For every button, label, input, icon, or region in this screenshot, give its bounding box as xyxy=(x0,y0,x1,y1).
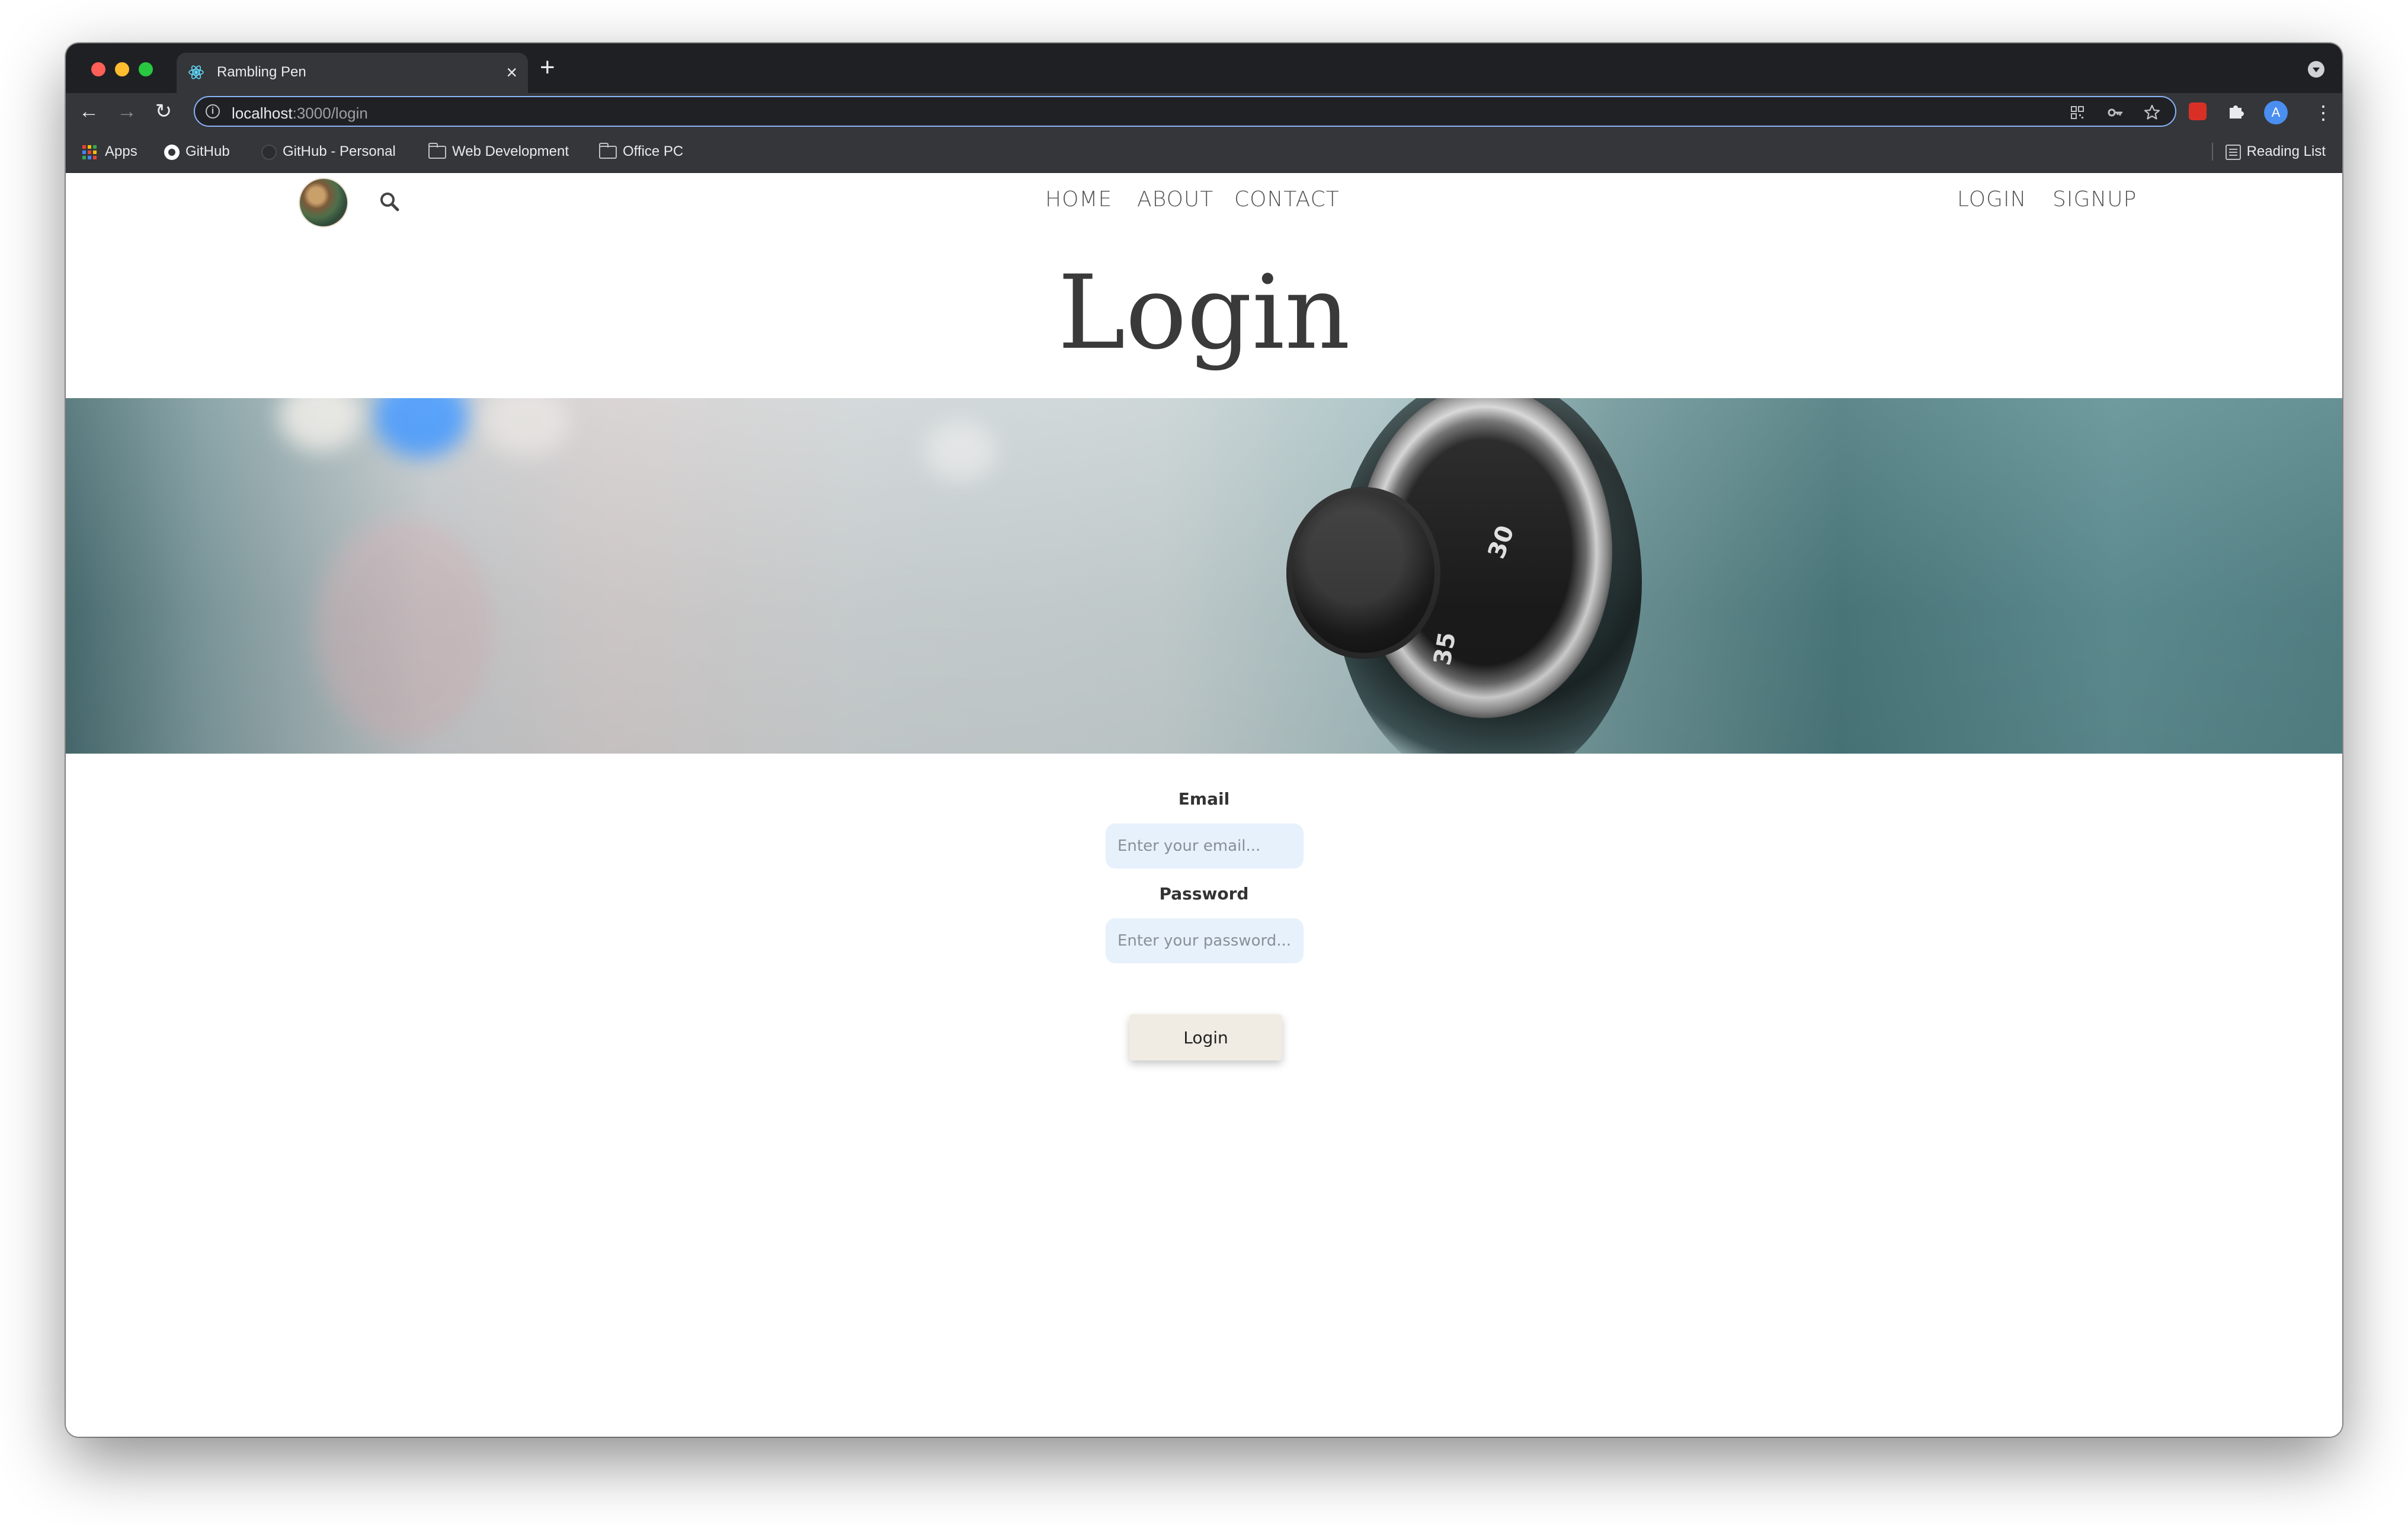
folder-icon xyxy=(428,142,446,159)
nav-link-signup[interactable]: SIGNUP xyxy=(2052,187,2137,212)
browser-window: Rambling Pen × + ← → ↻ i localhost:3000/… xyxy=(66,43,2342,1437)
password-field[interactable] xyxy=(1106,918,1304,963)
url-text[interactable]: localhost:3000/login xyxy=(232,104,368,123)
bookmark-github[interactable]: GitHub xyxy=(164,143,230,161)
github-icon xyxy=(164,144,180,160)
bookmark-office-pc[interactable]: Office PC xyxy=(599,142,684,161)
web-page: HOME ABOUT CONTACT LOGIN SIGNUP Login 30… xyxy=(66,173,2342,1437)
email-label: Email xyxy=(1178,789,1230,809)
site-info-icon[interactable]: i xyxy=(206,104,220,118)
nav-link-home[interactable]: HOME xyxy=(1045,187,1112,212)
bookmark-star-icon[interactable] xyxy=(2142,102,2162,123)
browser-toolbar: ← → ↻ i localhost:3000/login A ⋮ xyxy=(66,93,2342,130)
new-tab-button[interactable]: + xyxy=(540,54,555,81)
url-path: :3000/login xyxy=(292,104,368,122)
bookmark-web-development-label: Web Development xyxy=(452,143,569,159)
reading-list-button[interactable]: Reading List xyxy=(2225,143,2326,161)
reload-icon[interactable]: ↻ xyxy=(150,98,177,125)
bookmark-web-development[interactable]: Web Development xyxy=(428,142,569,161)
address-bar[interactable]: i localhost:3000/login xyxy=(194,96,2176,127)
apps-grid-icon xyxy=(82,145,97,159)
profile-avatar[interactable]: A xyxy=(2264,101,2288,124)
bookmark-github-personal-label: GitHub - Personal xyxy=(283,143,396,159)
maximize-window-button[interactable] xyxy=(139,62,153,76)
qr-code-icon[interactable] xyxy=(2067,102,2087,123)
password-label: Password xyxy=(1159,884,1249,904)
bookmark-github-personal[interactable]: GitHub - Personal xyxy=(261,143,396,161)
tab-strip: Rambling Pen × + xyxy=(66,43,2342,93)
bookmarks-bar: Apps GitHub GitHub - Personal Web Develo… xyxy=(66,130,2342,173)
reading-list-icon xyxy=(2225,144,2241,160)
url-host: localhost xyxy=(232,104,293,122)
reading-list-label: Reading List xyxy=(2246,143,2326,159)
close-window-button[interactable] xyxy=(91,62,105,76)
tab-search-icon[interactable] xyxy=(2308,61,2324,78)
bookmark-office-pc-label: Office PC xyxy=(623,143,684,159)
page-title: Login xyxy=(1058,253,1350,372)
minimize-window-button[interactable] xyxy=(115,62,129,76)
bookmark-apps[interactable]: Apps xyxy=(82,143,137,161)
github-personal-icon xyxy=(261,144,277,160)
browser-tab[interactable]: Rambling Pen × xyxy=(177,53,528,93)
nav-link-contact[interactable]: CONTACT xyxy=(1234,187,1340,212)
forward-arrow-icon[interactable]: → xyxy=(113,98,140,125)
email-field[interactable] xyxy=(1106,824,1304,869)
bookmark-apps-label: Apps xyxy=(105,143,137,159)
bookmarks-divider xyxy=(2212,143,2213,161)
react-icon xyxy=(188,65,204,79)
extension-icon[interactable] xyxy=(2187,101,2208,122)
site-logo-avatar[interactable] xyxy=(300,179,347,226)
folder-icon xyxy=(599,142,617,159)
hero-image: 30 35 xyxy=(66,398,2342,754)
bookmark-github-label: GitHub xyxy=(185,143,230,159)
tab-close-icon[interactable]: × xyxy=(506,60,517,84)
tab-title: Rambling Pen xyxy=(217,64,306,80)
puzzle-icon[interactable] xyxy=(2225,101,2246,122)
key-icon[interactable] xyxy=(2105,102,2125,123)
more-menu-icon[interactable]: ⋮ xyxy=(2314,101,2333,124)
login-button[interactable]: Login xyxy=(1129,1014,1282,1061)
nav-link-about[interactable]: ABOUT xyxy=(1137,187,1213,212)
nav-link-login[interactable]: LOGIN xyxy=(1957,187,2027,212)
hero-overlay xyxy=(66,398,2342,754)
back-arrow-icon[interactable]: ← xyxy=(75,98,103,125)
search-icon[interactable] xyxy=(379,191,400,212)
